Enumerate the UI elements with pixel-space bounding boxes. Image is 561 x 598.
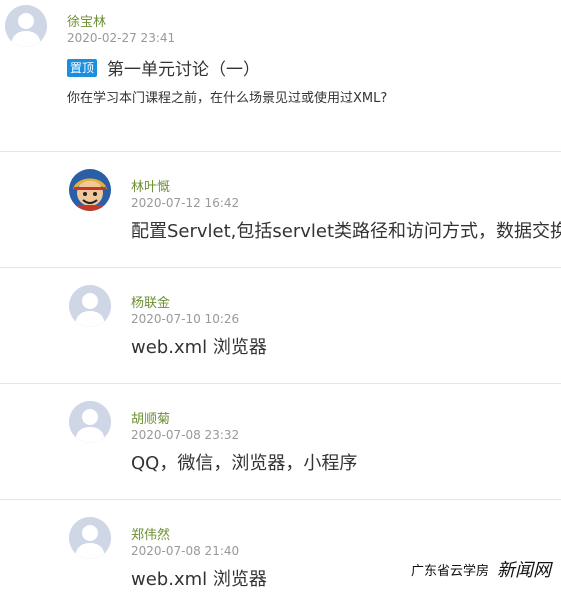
reply-content: 配置Servlet,包括servlet类路径和访问方式，数据交换: [131, 221, 561, 242]
watermark-left-text: 广东省云学房: [410, 563, 489, 579]
reply-item: 林叶慨 2020-07-12 16:42 配置Servlet,包括servlet…: [0, 152, 561, 268]
reply-author-avatar[interactable]: [69, 169, 111, 211]
default-user-icon: [69, 285, 111, 327]
reply-author-name[interactable]: 林叶慨: [131, 176, 170, 195]
reply-timestamp: 2020-07-12 16:42: [131, 196, 240, 210]
post-author-avatar[interactable]: [5, 5, 47, 47]
reply-item: 杨联金 2020-07-10 10:26 web.xml 浏览器: [0, 268, 561, 384]
default-user-icon: [69, 401, 111, 443]
watermark: 广东省云学房 新闻网: [411, 556, 551, 582]
discussion-post: 徐宝林 2020-02-27 23:41 置顶 第一单元讨论（一） 你在学习本门…: [0, 0, 561, 152]
reply-author-avatar[interactable]: [69, 285, 111, 327]
reply-timestamp: 2020-07-08 23:32: [131, 428, 240, 442]
watermark-right-text: 新闻网: [497, 560, 551, 581]
reply-item: 郑伟然 2020-07-08 21:40 web.xml 浏览器: [0, 500, 561, 598]
default-user-icon: [69, 517, 111, 559]
reply-content: web.xml 浏览器: [131, 337, 267, 358]
post-timestamp: 2020-02-27 23:41: [67, 31, 176, 45]
post-question: 你在学习本门课程之前，在什么场景见过或使用过XML?: [67, 91, 388, 106]
post-author-name[interactable]: 徐宝林: [67, 11, 106, 30]
post-title[interactable]: 第一单元讨论（一）: [107, 55, 260, 80]
reply-timestamp: 2020-07-10 10:26: [131, 312, 240, 326]
post-title-row: 置顶 第一单元讨论（一）: [67, 55, 260, 80]
reply-content: web.xml 浏览器: [131, 569, 267, 590]
reply-author-avatar[interactable]: [69, 401, 111, 443]
reply-author-name[interactable]: 杨联金: [131, 292, 170, 311]
reply-author-name[interactable]: 郑伟然: [131, 524, 170, 543]
reply-timestamp: 2020-07-08 21:40: [131, 544, 240, 558]
reply-item: 胡顺菊 2020-07-08 23:32 QQ，微信，浏览器，小程序: [0, 384, 561, 500]
cartoon-avatar-icon: [69, 169, 111, 211]
reply-author-name[interactable]: 胡顺菊: [131, 408, 170, 427]
reply-author-avatar[interactable]: [69, 517, 111, 559]
reply-content: QQ，微信，浏览器，小程序: [131, 453, 358, 474]
pinned-badge: 置顶: [67, 58, 98, 77]
default-user-icon: [5, 5, 47, 47]
